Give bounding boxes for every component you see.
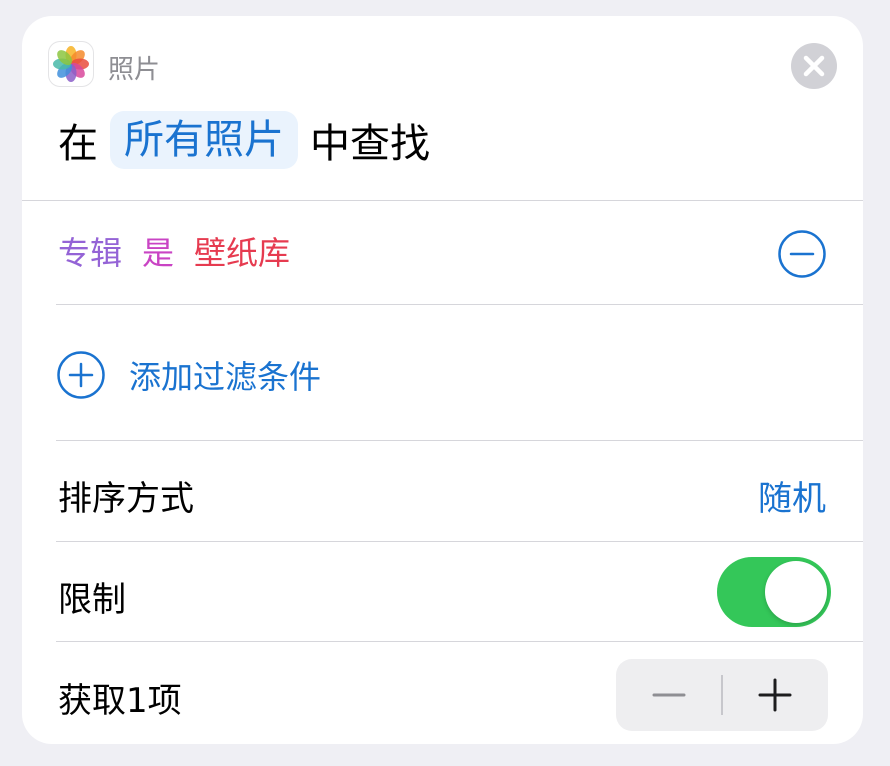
sort-label: 排序方式 xyxy=(58,479,194,519)
filter-condition: 专辑 是 壁纸库 xyxy=(58,228,290,274)
find-photos-action-card: 照片 在 所有照片 中查找 专辑 是 壁纸库 添加过滤条件 排序方式 随机 限制… xyxy=(22,16,863,744)
sort-order-value[interactable]: 随机 xyxy=(758,471,826,520)
headline-prefix: 在 xyxy=(58,121,98,167)
increment-button[interactable] xyxy=(722,659,828,731)
divider xyxy=(56,641,863,642)
limit-toggle[interactable] xyxy=(717,557,831,627)
photo-source-token[interactable]: 所有照片 xyxy=(110,111,298,169)
count-label: 获取1项 xyxy=(58,681,182,721)
minus-icon xyxy=(652,693,686,697)
photos-app-icon xyxy=(49,42,93,86)
app-name: 照片 xyxy=(108,55,161,85)
minus-circle-icon xyxy=(778,230,826,278)
limit-label: 限制 xyxy=(58,580,126,620)
toggle-knob xyxy=(765,561,827,623)
plus-icon xyxy=(758,678,792,712)
divider xyxy=(22,200,863,201)
plus-circle-icon xyxy=(57,351,105,399)
filter-property[interactable]: 专辑 xyxy=(58,228,122,274)
filter-operator[interactable]: 是 xyxy=(142,228,174,274)
action-headline: 在 所有照片 中查找 xyxy=(58,111,430,169)
divider xyxy=(56,541,863,542)
count-stepper xyxy=(616,659,828,731)
remove-filter-button[interactable] xyxy=(778,230,826,278)
decrement-button[interactable] xyxy=(616,659,722,731)
close-button[interactable] xyxy=(791,43,837,89)
filter-value[interactable]: 壁纸库 xyxy=(194,228,290,274)
divider xyxy=(56,304,863,305)
close-icon xyxy=(803,55,825,77)
add-filter-button[interactable] xyxy=(57,351,105,399)
divider xyxy=(56,440,863,441)
headline-suffix: 中查找 xyxy=(310,121,430,167)
add-filter-label[interactable]: 添加过滤条件 xyxy=(129,352,321,398)
